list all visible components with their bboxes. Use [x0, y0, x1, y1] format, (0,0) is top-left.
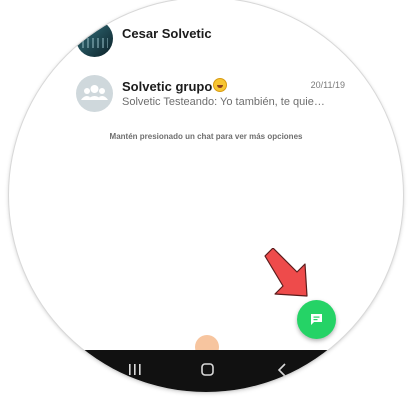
chat-date: 20/11/19 [310, 80, 345, 90]
chat-name: Cesar Solvetic [122, 26, 212, 41]
recents-icon [129, 364, 141, 375]
avatar[interactable] [76, 20, 113, 57]
profile-photo [82, 38, 108, 48]
avatar[interactable] [76, 75, 113, 112]
long-press-hint: Mantén presionado un chat para ver más o… [109, 132, 303, 141]
new-chat-icon [311, 314, 322, 325]
system-nav-bar [9, 350, 403, 392]
new-chat-button[interactable] [297, 300, 336, 339]
home-button[interactable] [196, 360, 220, 380]
red-arrow-icon [264, 248, 308, 297]
back-icon [277, 363, 286, 377]
back-button[interactable] [270, 360, 294, 380]
magnified-screen: Cesar Solvetic Solvetic grupo 20/11/19 S… [9, 0, 403, 392]
chat-preview: Solvetic Testeando: Yo también, te quie… [122, 96, 325, 108]
home-icon [201, 363, 214, 376]
recents-button[interactable] [123, 360, 147, 380]
chat-name: Solvetic grupo [122, 78, 228, 94]
group-icon [81, 85, 108, 100]
grinning-face-icon [213, 78, 228, 92]
